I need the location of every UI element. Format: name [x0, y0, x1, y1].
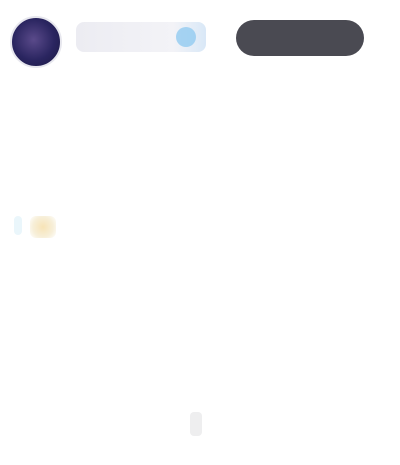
post-link-line: [14, 216, 386, 238]
avatar[interactable]: [10, 16, 62, 68]
post-source[interactable]: [190, 412, 202, 436]
post-header: [0, 0, 400, 80]
emoji-icon: [30, 216, 56, 238]
post-link[interactable]: [14, 216, 22, 236]
follow-button[interactable]: [236, 20, 364, 56]
verified-badge-icon: [176, 27, 196, 47]
post-footer: [14, 412, 386, 436]
